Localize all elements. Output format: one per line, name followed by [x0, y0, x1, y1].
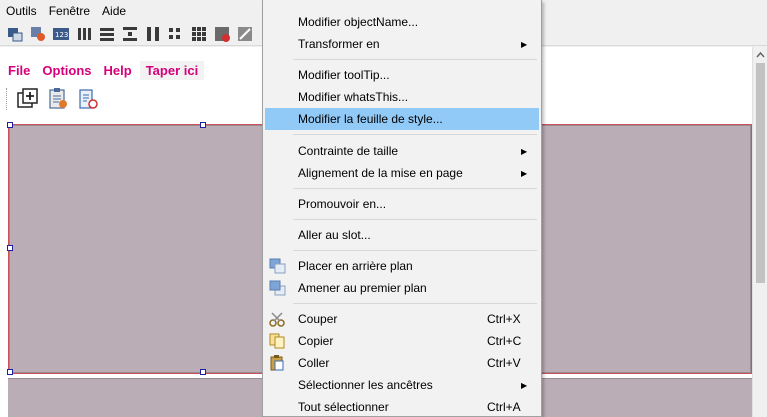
- menu-item-label: Contrainte de taille: [298, 144, 399, 158]
- edit-tab-order-icon[interactable]: [75, 25, 93, 43]
- layout-vertical-icon[interactable]: [121, 25, 139, 43]
- menu-item-copy[interactable]: Copier Ctrl+C: [265, 330, 539, 352]
- menu-outils[interactable]: Outils: [0, 4, 43, 18]
- edit-widgets-icon[interactable]: [6, 25, 24, 43]
- menu-item-label: Modifier whatsThis...: [298, 90, 409, 104]
- scroll-up-arrow-icon[interactable]: [756, 49, 765, 59]
- clipboard-timer-icon[interactable]: [75, 86, 101, 112]
- send-to-back-icon: [269, 258, 286, 274]
- vertical-scrollbar[interactable]: [752, 47, 767, 417]
- menu-item-size-constraints[interactable]: Contrainte de taille ▶: [265, 140, 539, 162]
- menu-item-layout-alignment[interactable]: Alignement de la mise en page ▶: [265, 162, 539, 184]
- menu-item-label: Alignement de la mise en page: [298, 166, 463, 180]
- menu-separator: [293, 250, 537, 251]
- break-layout-icon[interactable]: [236, 25, 254, 43]
- menu-item-label: Amener au premier plan: [298, 281, 427, 295]
- menu-item-edit-stylesheet[interactable]: Modifier la feuille de style...: [265, 108, 539, 130]
- new-window-icon[interactable]: [15, 86, 41, 112]
- resize-handle-top-left[interactable]: [7, 122, 13, 128]
- submenu-arrow-icon: ▶: [521, 39, 528, 49]
- menu-item-shortcut: Ctrl+A: [487, 400, 521, 414]
- svg-text:123: 123: [55, 31, 68, 39]
- menu-item-label: Promouvoir en...: [298, 197, 387, 211]
- submenu-arrow-icon: ▶: [521, 380, 528, 390]
- menu-item-label: Couper: [298, 312, 338, 326]
- menu-item-edit-objectname[interactable]: Modifier objectName...: [265, 11, 539, 33]
- menu-item-shortcut: Ctrl+C: [487, 334, 522, 348]
- context-menu: Modifier objectName... Transformer en ▶ …: [262, 0, 542, 417]
- scrollbar-thumb[interactable]: [756, 63, 765, 283]
- layout-horizontal-icon[interactable]: [98, 25, 116, 43]
- layout-grid-icon[interactable]: [213, 25, 231, 43]
- menu-separator: [293, 188, 537, 189]
- menu-item-cut[interactable]: Couper Ctrl+X: [265, 308, 539, 330]
- menu-aide[interactable]: Aide: [96, 4, 132, 18]
- menu-item-edit-tooltip[interactable]: Modifier toolTip...: [265, 64, 539, 86]
- menu-item-shortcut: Ctrl+X: [487, 312, 521, 326]
- form-menu-options[interactable]: Options: [38, 63, 95, 78]
- menu-separator: [293, 59, 537, 60]
- edit-buddies-icon[interactable]: 123: [52, 25, 70, 43]
- clipboard-icon[interactable]: [45, 86, 71, 112]
- form-menu-type-here[interactable]: Taper ici: [139, 60, 205, 80]
- layout-form-icon[interactable]: [190, 25, 208, 43]
- menu-item-go-to-slot[interactable]: Aller au slot...: [265, 224, 539, 246]
- menu-item-label: Transformer en: [298, 37, 380, 51]
- menu-item-label: Modifier la feuille de style...: [298, 112, 443, 126]
- submenu-arrow-icon: ▶: [521, 168, 528, 178]
- menu-item-label: Modifier toolTip...: [298, 68, 390, 82]
- resize-handle-bottom[interactable]: [200, 369, 206, 375]
- menu-item-label: Placer en arrière plan: [298, 259, 413, 273]
- resize-handle-top[interactable]: [200, 122, 206, 128]
- menu-separator: [293, 134, 537, 135]
- paste-icon: [269, 355, 286, 371]
- resize-handle-bottom-left[interactable]: [7, 369, 13, 375]
- menu-item-label: Coller: [298, 356, 330, 370]
- menu-item-label: Sélectionner les ancêtres: [298, 378, 433, 392]
- menu-item-paste[interactable]: Coller Ctrl+V: [265, 352, 539, 374]
- submenu-arrow-icon: ▶: [521, 146, 528, 156]
- scissors-icon: [269, 311, 286, 327]
- menu-item-select-ancestors[interactable]: Sélectionner les ancêtres ▶: [265, 374, 539, 396]
- layout-splitter-vertical-icon[interactable]: [167, 25, 185, 43]
- toolbar-grip[interactable]: [6, 88, 9, 110]
- menu-item-label: Modifier objectName...: [298, 15, 419, 29]
- form-menu-file[interactable]: File: [4, 63, 34, 78]
- edit-signals-icon[interactable]: [29, 25, 47, 43]
- menu-item-morph-into[interactable]: Transformer en ▶: [265, 33, 539, 55]
- menu-item-send-to-back[interactable]: Placer en arrière plan: [265, 255, 539, 277]
- menu-item-label: Tout sélectionner: [298, 400, 389, 414]
- resize-handle-left[interactable]: [7, 245, 13, 251]
- menu-item-shortcut: Ctrl+V: [487, 356, 521, 370]
- menu-item-label: Aller au slot...: [298, 228, 371, 242]
- menu-item-bring-to-front[interactable]: Amener au premier plan: [265, 277, 539, 299]
- menu-item-select-all[interactable]: Tout sélectionner Ctrl+A: [265, 396, 539, 417]
- menu-separator: [293, 219, 537, 220]
- menu-item-edit-whatsthis[interactable]: Modifier whatsThis...: [265, 86, 539, 108]
- bring-to-front-icon: [269, 280, 286, 296]
- menu-fenetre[interactable]: Fenêtre: [43, 4, 96, 18]
- copy-icon: [269, 333, 286, 349]
- menu-separator: [293, 303, 537, 304]
- form-menu-help[interactable]: Help: [100, 63, 136, 78]
- layout-splitter-horizontal-icon[interactable]: [144, 25, 162, 43]
- menu-item-label: Copier: [298, 334, 334, 348]
- menu-item-promote-to[interactable]: Promouvoir en...: [265, 193, 539, 215]
